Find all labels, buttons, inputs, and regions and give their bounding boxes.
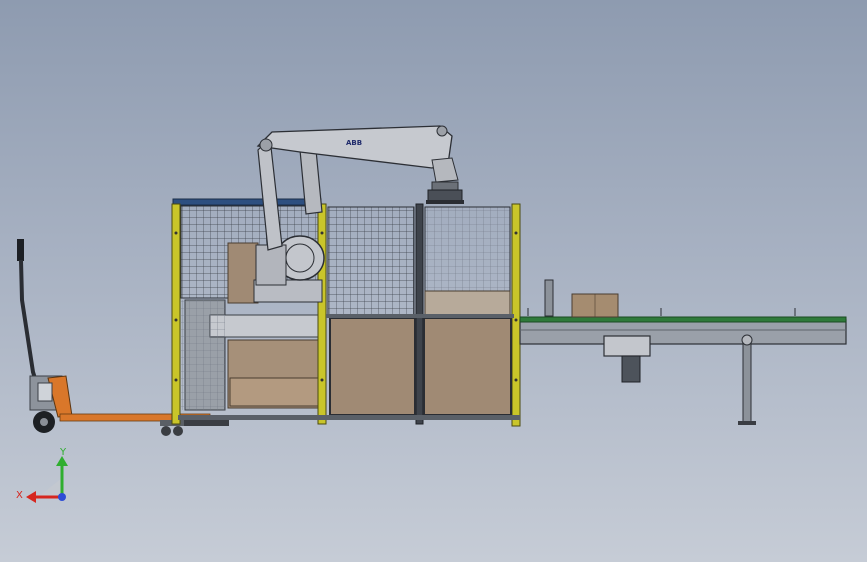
door-frame-rail <box>326 314 514 318</box>
leg-joint <box>741 334 753 346</box>
cell-inner-back <box>424 290 511 316</box>
triad-x-label: X <box>16 490 23 501</box>
base-plate <box>184 420 229 426</box>
post-bolt <box>514 318 518 322</box>
robot-wrist <box>431 157 459 183</box>
post-bolt <box>174 378 178 382</box>
base-rail <box>178 415 520 420</box>
wheel-hub <box>40 418 48 426</box>
conveyor-drive-motor <box>621 355 641 383</box>
conveyor-guide-post <box>544 279 554 317</box>
triad-z-axis-dot <box>58 493 66 501</box>
fence-post-mid-left <box>317 203 327 425</box>
fork-roller-1 <box>161 426 171 436</box>
conveyor-belt <box>519 316 847 323</box>
robot-flange <box>431 181 459 191</box>
coordinate-triad: Y X <box>16 447 68 503</box>
access-door-panel-1[interactable] <box>329 317 416 416</box>
triad-xz-plane <box>38 478 62 497</box>
pallet-jack-pump <box>37 382 53 402</box>
robot-lower-body <box>255 244 287 286</box>
infeed-roller-conveyor[interactable] <box>519 279 847 425</box>
pallet-stack <box>229 377 319 407</box>
post-bolt <box>320 231 324 235</box>
post-bolt <box>174 231 178 235</box>
leg-foot <box>738 421 756 425</box>
post-bolt <box>174 318 178 322</box>
access-door-panel-2[interactable] <box>423 317 512 416</box>
conveyor-drive-gearbox <box>603 335 651 357</box>
robot-brand-logo: ABB <box>346 139 362 147</box>
shoulder-joint <box>259 138 273 152</box>
pallet-jack-handle <box>19 259 40 389</box>
triad-x-arrow <box>26 491 36 503</box>
right-fence-mesh-panel-1 <box>327 206 415 316</box>
safety-fence-cell[interactable] <box>171 198 521 427</box>
fork-roller-2 <box>173 426 183 436</box>
cad-viewport[interactable]: ABB Y X <box>0 0 867 562</box>
conveyor-frame <box>519 319 847 345</box>
gripper-rail <box>209 314 321 338</box>
cell-roof-frame <box>172 198 322 206</box>
robot-upper-arm <box>256 125 453 169</box>
conveyor-support-leg <box>742 339 752 423</box>
gripper-pad <box>426 200 464 204</box>
post-bolt <box>514 231 518 235</box>
fence-post-left <box>171 203 181 425</box>
elbow-joint <box>436 125 448 137</box>
triad-y-label: Y <box>59 447 67 458</box>
post-bolt <box>320 378 324 382</box>
left-fence-lower-mesh <box>181 300 225 410</box>
pallet-jack-handle-grip <box>17 239 24 261</box>
cad-model-scene[interactable]: ABB Y X <box>0 0 867 562</box>
post-bolt <box>514 378 518 382</box>
